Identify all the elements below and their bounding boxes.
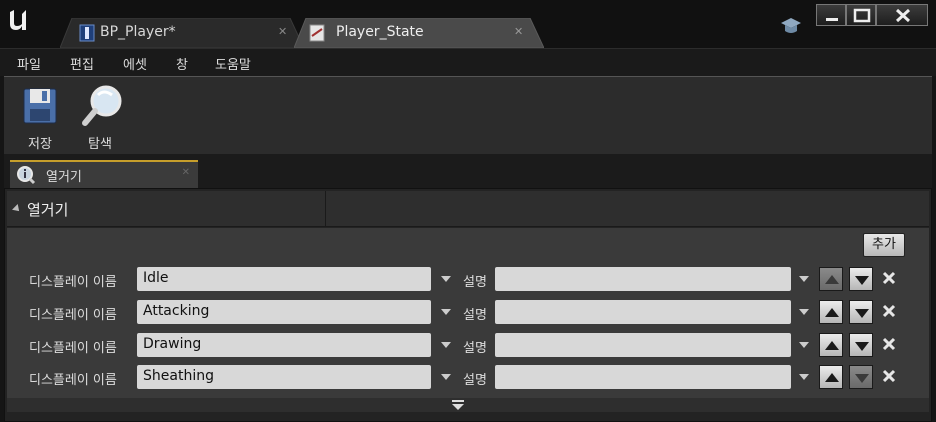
delete-icon[interactable] <box>881 367 897 385</box>
close-icon[interactable]: ✕ <box>278 25 287 38</box>
menu-file[interactable]: 파일 <box>17 54 41 73</box>
menu-bar: 파일 편집 에셋 창 도움말 <box>0 48 936 76</box>
arrow-up-icon <box>825 308 839 317</box>
move-down-button[interactable] <box>849 267 873 291</box>
menu-help[interactable]: 도움말 <box>215 54 251 73</box>
magnifier-icon <box>82 85 122 126</box>
enumerator-row: 디스플레이 이름 Sheathing 설명 <box>7 363 929 391</box>
description-label: 설명 <box>463 341 487 356</box>
minimize-icon <box>826 18 838 21</box>
browse-label: 탐색 <box>88 137 112 152</box>
chevron-down-icon[interactable] <box>441 342 451 348</box>
column-divider[interactable] <box>325 191 326 227</box>
move-up-button[interactable] <box>819 365 843 389</box>
delete-icon[interactable] <box>881 302 897 320</box>
description-field[interactable] <box>495 300 791 324</box>
tab-shape <box>60 18 304 48</box>
description-field[interactable] <box>495 267 791 291</box>
display-name-field[interactable]: Drawing <box>137 333 431 357</box>
display-name-field[interactable]: Sheathing <box>137 365 431 389</box>
title-bar: BP_Player* ✕ Player_State ✕ <box>0 0 936 48</box>
menu-window[interactable]: 창 <box>176 54 188 73</box>
delete-icon[interactable] <box>881 335 897 353</box>
arrow-up-icon <box>825 373 839 382</box>
details-panel: 열거기 추가 디스플레이 이름 Idle 설명 디스플레이 이름 Attacki… <box>4 188 932 422</box>
blueprint-icon <box>79 24 95 42</box>
toolbar: 저장 탐색 <box>4 76 932 154</box>
enum-document-icon <box>309 24 325 42</box>
chevron-down-icon[interactable] <box>799 342 809 348</box>
display-name-field[interactable]: Idle <box>137 267 431 291</box>
add-enumerator-button[interactable]: 추가 <box>863 233 905 257</box>
tab-player-state[interactable]: Player_State ✕ <box>294 18 544 48</box>
enumerator-row: 디스플레이 이름 Drawing 설명 <box>7 331 929 359</box>
move-up-button[interactable] <box>819 333 843 357</box>
move-down-button[interactable] <box>849 300 873 324</box>
close-window-icon <box>895 8 911 23</box>
panel-tab-label: 열거기 <box>46 170 82 185</box>
delete-icon[interactable] <box>881 269 897 287</box>
chevron-down-icon[interactable] <box>441 374 451 380</box>
enumerator-row: 디스플레이 이름 Idle 설명 <box>7 265 929 293</box>
tab-enumerators[interactable]: 열거기 ✕ <box>10 160 198 188</box>
description-label: 설명 <box>463 373 487 388</box>
close-icon[interactable]: ✕ <box>182 167 190 178</box>
menu-asset[interactable]: 에셋 <box>123 54 147 73</box>
enumerator-row: 디스플레이 이름 Attacking 설명 <box>7 298 929 326</box>
arrow-down-icon <box>855 342 869 351</box>
tab-bp-player[interactable]: BP_Player* ✕ <box>60 18 304 48</box>
maximize-button[interactable] <box>846 4 876 26</box>
move-down-button[interactable] <box>849 333 873 357</box>
category-header[interactable]: 열거기 <box>7 191 929 227</box>
display-name-field[interactable]: Attacking <box>137 300 431 324</box>
arrow-down-icon <box>855 309 869 318</box>
chevron-down-icon[interactable] <box>799 309 809 315</box>
panel-tab-strip: 열거기 ✕ <box>4 154 932 188</box>
display-name-label: 디스플레이 이름 <box>29 373 117 388</box>
chevron-down-icon[interactable] <box>441 309 451 315</box>
unreal-logo-icon <box>10 10 26 30</box>
chevron-down-icon[interactable] <box>441 276 451 282</box>
arrow-up-icon <box>825 275 839 284</box>
move-up-button[interactable] <box>819 300 843 324</box>
minimize-button[interactable] <box>816 4 846 26</box>
maximize-icon <box>853 8 871 23</box>
tab-label: Player_State <box>336 24 424 40</box>
arrow-up-icon <box>825 341 839 350</box>
description-field[interactable] <box>495 365 791 389</box>
close-icon[interactable]: ✕ <box>514 25 523 38</box>
close-window-button[interactable] <box>876 4 928 26</box>
move-up-button[interactable] <box>819 267 843 291</box>
move-down-button[interactable] <box>849 365 873 389</box>
arrow-down-icon <box>855 276 869 285</box>
description-label: 설명 <box>463 308 487 323</box>
panel-footer <box>7 398 929 412</box>
expand-down-icon[interactable] <box>451 399 465 411</box>
description-field[interactable] <box>495 333 791 357</box>
chevron-down-icon[interactable] <box>799 276 809 282</box>
arrow-down-icon <box>855 374 869 383</box>
save-icon <box>23 88 57 124</box>
tutorial-cap-icon[interactable] <box>780 16 802 36</box>
display-name-label: 디스플레이 이름 <box>29 341 117 356</box>
display-name-label: 디스플레이 이름 <box>29 308 117 323</box>
description-label: 설명 <box>463 275 487 290</box>
collapse-arrow-icon[interactable] <box>12 204 22 214</box>
category-body: 추가 디스플레이 이름 Idle 설명 디스플레이 이름 Attacking 설… <box>7 228 929 398</box>
save-label: 저장 <box>28 137 52 152</box>
tab-label: BP_Player* <box>100 24 176 40</box>
chevron-down-icon[interactable] <box>799 374 809 380</box>
display-name-label: 디스플레이 이름 <box>29 275 117 290</box>
info-icon <box>17 166 36 185</box>
browse-button[interactable]: 탐색 <box>72 81 128 153</box>
menu-edit[interactable]: 편집 <box>70 54 94 73</box>
save-button[interactable]: 저장 <box>12 81 68 153</box>
category-title: 열거기 <box>27 201 69 219</box>
